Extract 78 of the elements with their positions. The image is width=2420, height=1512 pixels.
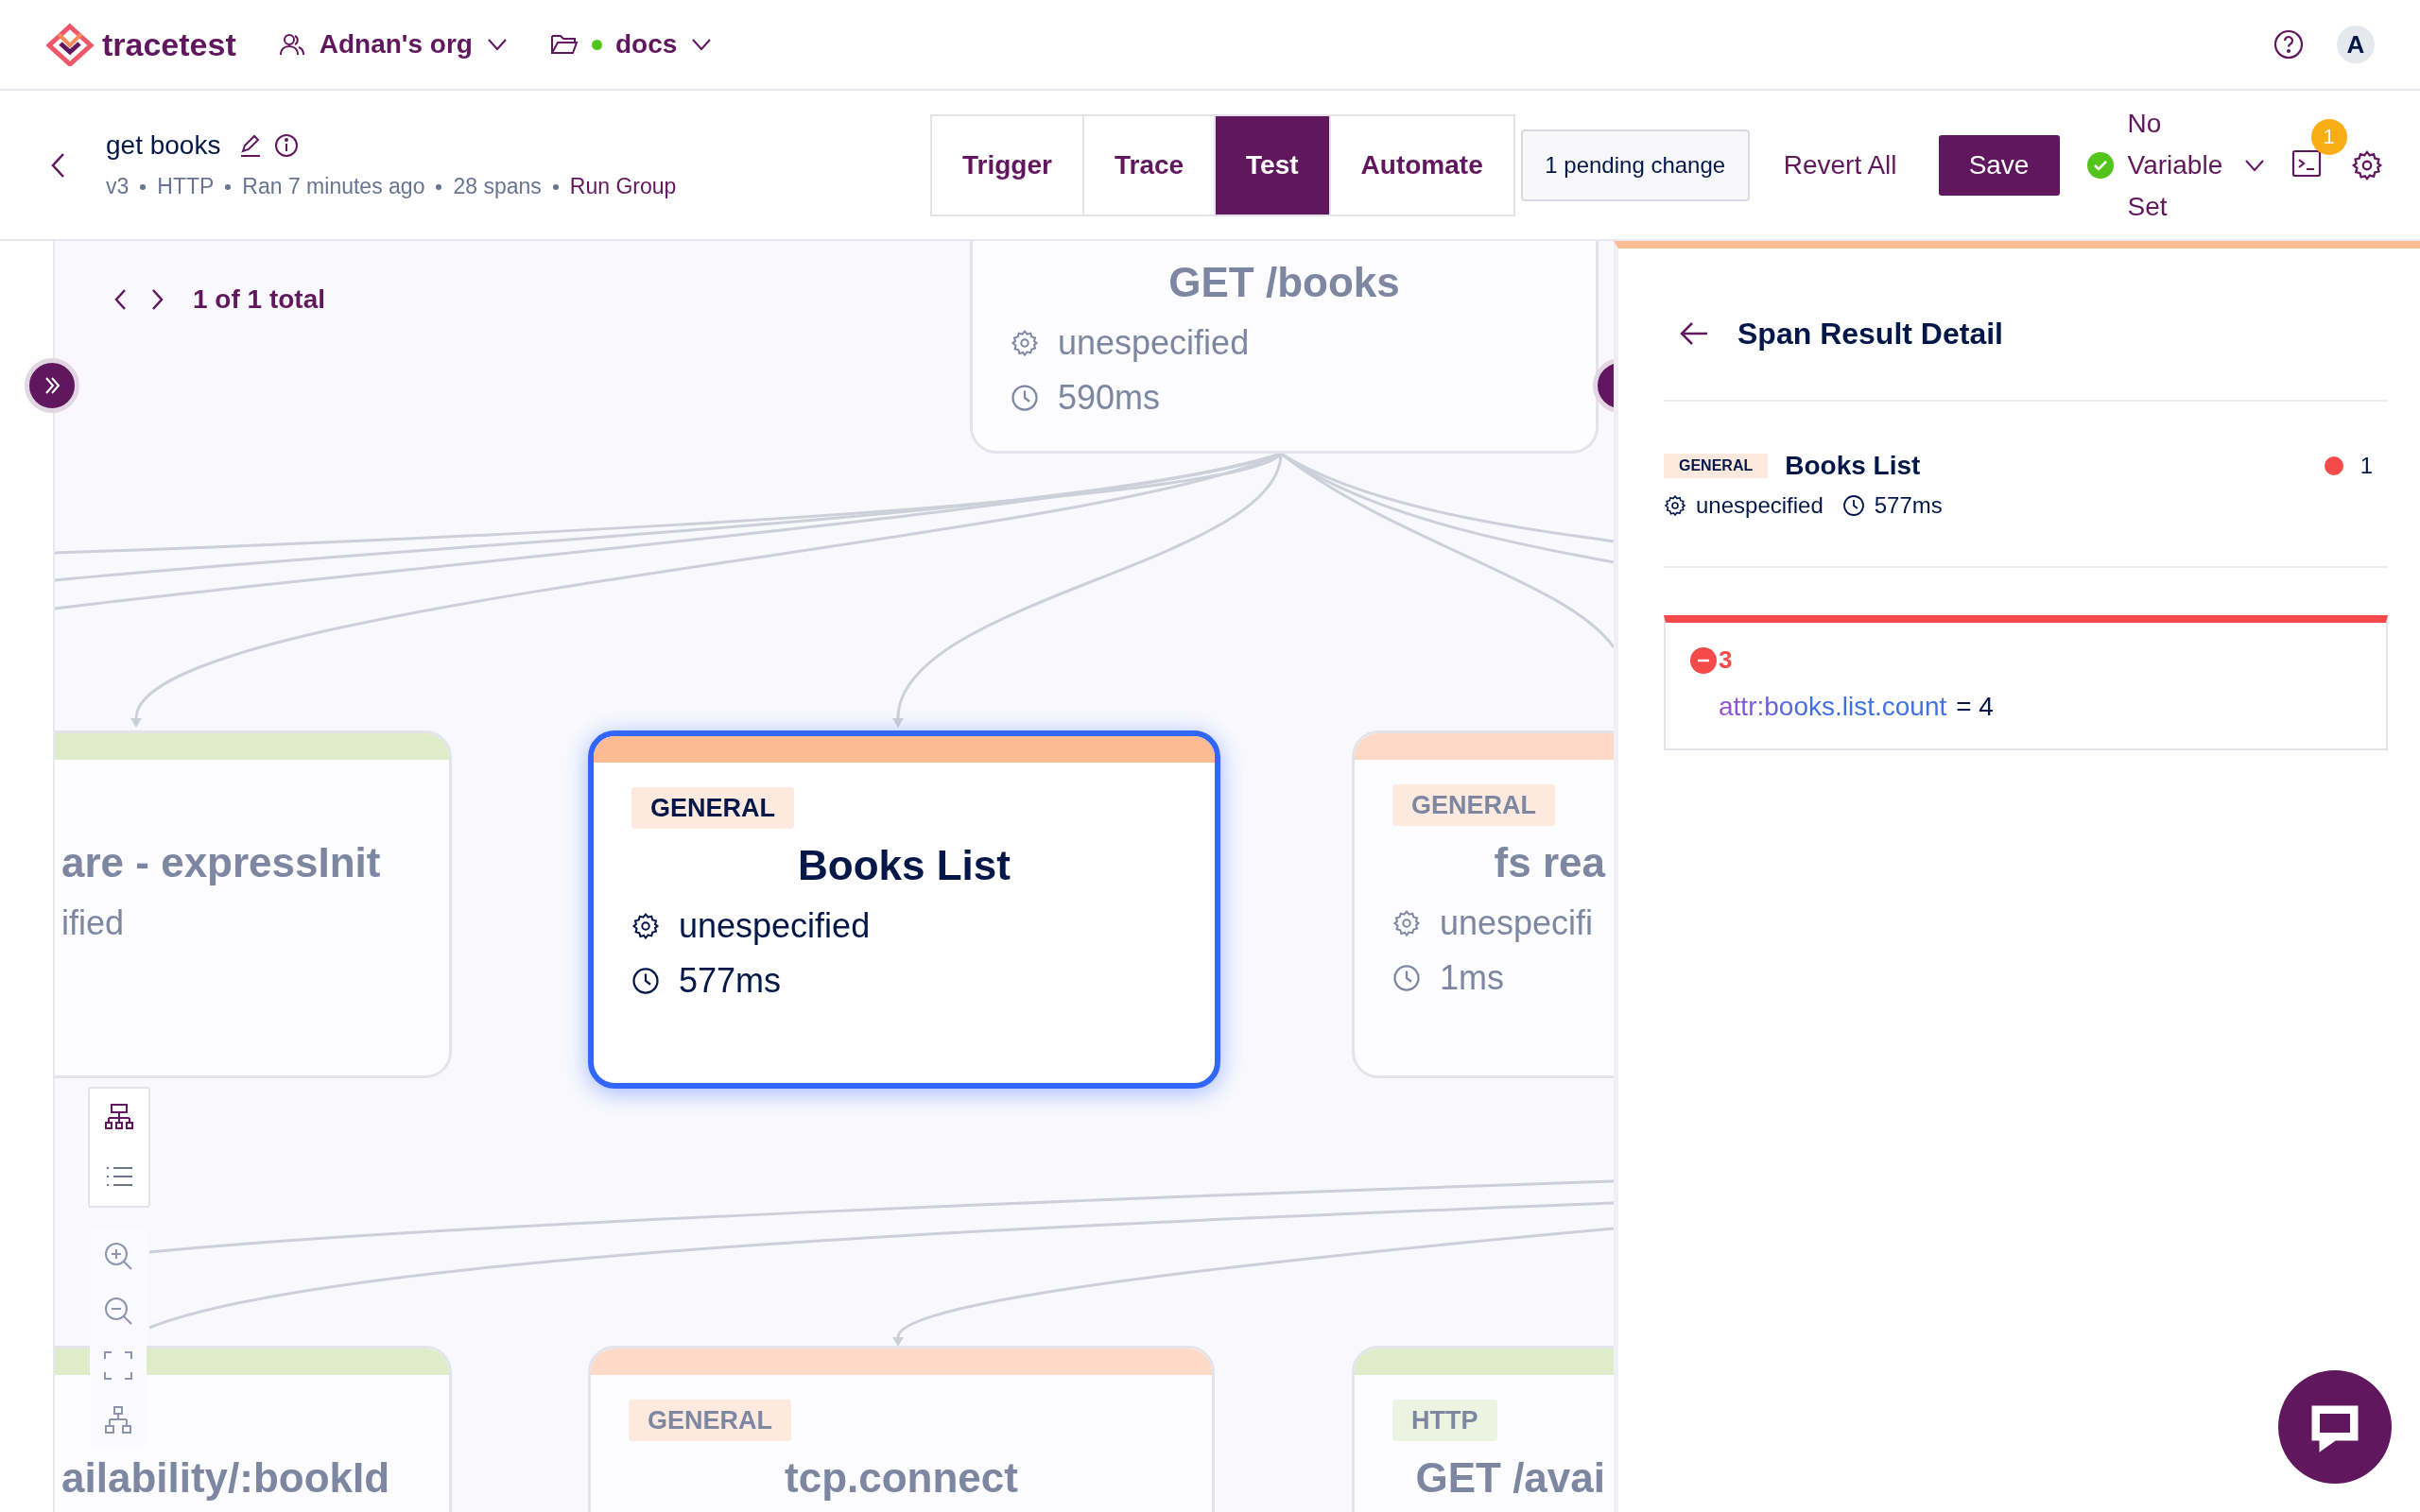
variable-set-selector[interactable]: No Variable Set — [2127, 102, 2243, 228]
separator-dot — [225, 183, 232, 190]
run-meta: Ran 7 minutes ago — [242, 174, 425, 199]
span-node[interactable]: are - expressInit ified — [55, 730, 452, 1078]
type-tag: GENERAL — [1664, 454, 1769, 478]
node-title: GET /avai — [1414, 1454, 1605, 1502]
previous-icon[interactable] — [113, 287, 129, 312]
back-arrow-icon[interactable] — [1679, 320, 1709, 347]
environment-selector[interactable]: docs — [614, 29, 678, 60]
panel-title: Span Result Detail — [1737, 316, 2003, 352]
span-node[interactable]: GENERAL tcp.connect — [588, 1346, 1215, 1512]
type-tag: HTTP — [1392, 1400, 1497, 1441]
type-tag: GENERAL — [629, 1400, 791, 1441]
chevron-down-icon[interactable] — [690, 37, 714, 52]
service-name: unespecified — [679, 906, 871, 946]
brand-name[interactable]: tracetest — [102, 26, 236, 63]
span-name: Books List — [1785, 451, 1921, 481]
failed-count: 3 — [1719, 645, 1733, 675]
save-button[interactable]: Save — [1938, 134, 2060, 196]
run-meta: HTTP — [157, 174, 215, 199]
info-icon[interactable] — [273, 132, 301, 159]
service-name: ified — [61, 903, 125, 943]
span-node[interactable]: HTTP GET /avai — [1352, 1346, 1614, 1512]
chevron-down-icon[interactable] — [485, 37, 509, 52]
test-title: get books — [106, 130, 221, 161]
span-node[interactable]: GENERAL fs rea unespecifi 1ms — [1352, 730, 1614, 1078]
fail-count: 1 — [2360, 453, 2373, 479]
node-title: GET /books — [1167, 259, 1401, 306]
fail-dot — [2324, 456, 2343, 475]
clock-icon — [631, 967, 660, 995]
pager-count: 1 of 1 total — [193, 284, 325, 315]
node-title: ailability/:bookId — [61, 1454, 391, 1502]
user-avatar[interactable]: A — [2337, 26, 2375, 63]
node-title: are - expressInit — [61, 839, 382, 886]
span-node[interactable]: ailability/:bookId — [55, 1346, 452, 1512]
gear-icon — [1664, 494, 1686, 517]
gear-icon — [631, 912, 660, 940]
duration: 577ms — [1874, 492, 1943, 519]
gear-icon — [1392, 909, 1421, 937]
separator-dot — [436, 183, 442, 190]
duration: 1ms — [1440, 958, 1504, 998]
service-name: unespecified — [1696, 492, 1824, 519]
service-name: unespecified — [1058, 323, 1250, 363]
count-badge: 1 — [2310, 118, 2347, 155]
minus-circle-icon — [1690, 646, 1717, 674]
span-node[interactable]: GENERAL Books List unespecified 577ms — [588, 730, 1220, 1089]
clock-icon — [1392, 964, 1421, 992]
org-selector[interactable]: Adnan's org — [319, 29, 473, 60]
node-title: Books List — [797, 842, 1011, 889]
next-icon[interactable] — [149, 287, 164, 312]
clock-icon — [1011, 384, 1039, 412]
settings-icon[interactable] — [2350, 148, 2383, 181]
duration: 590ms — [1058, 378, 1161, 418]
fit-view-icon[interactable] — [102, 1349, 134, 1382]
type-tag: GENERAL — [1392, 784, 1555, 826]
run-group-link[interactable]: Run Group — [569, 174, 677, 199]
clock-icon — [1841, 494, 1865, 517]
pending-change-tooltip: 1 pending change — [1520, 129, 1750, 201]
revert-all-button[interactable]: Revert All — [1777, 148, 1903, 181]
assertion-comparison: = 4 — [1956, 692, 1994, 722]
node-title: fs rea — [1493, 839, 1605, 886]
zoom-out-icon[interactable] — [102, 1295, 134, 1327]
layout-icon[interactable] — [102, 1404, 134, 1436]
gear-icon — [1011, 329, 1039, 357]
separator-dot — [552, 183, 559, 190]
node-title: tcp.connect — [784, 1454, 1019, 1502]
type-tag: GENERAL — [631, 787, 794, 829]
service-name: unespecifi — [1440, 903, 1594, 943]
zoom-in-icon[interactable] — [102, 1240, 134, 1272]
run-meta: 28 spans — [453, 174, 542, 199]
duration: 577ms — [679, 961, 782, 1001]
tab[interactable]: Test — [1216, 115, 1331, 215]
folder-icon — [549, 32, 579, 57]
logo-icon — [45, 23, 95, 66]
help-icon[interactable] — [2273, 28, 2305, 60]
separator-dot — [140, 183, 147, 190]
run-meta: v3 — [106, 174, 130, 199]
span-node[interactable]: GET /books unespecified 590ms — [970, 241, 1599, 454]
